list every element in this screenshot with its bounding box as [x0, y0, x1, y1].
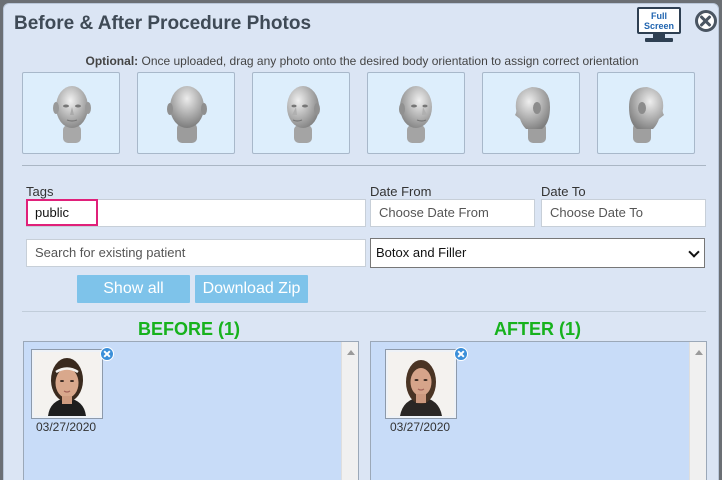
before-photo-date: 03/27/2020 — [36, 420, 97, 434]
patient-search-input[interactable]: Search for existing patient — [26, 239, 366, 267]
after-photo — [388, 352, 454, 416]
before-scrollbar[interactable] — [341, 342, 358, 480]
head-front-icon — [53, 86, 91, 143]
before-photo — [34, 352, 100, 416]
tags-label: Tags — [26, 184, 54, 199]
orientation-hint: Optional: Once uploaded, drag any photo … — [85, 54, 639, 68]
head-left-profile-icon — [515, 87, 550, 143]
scroll-up-icon[interactable] — [347, 350, 355, 355]
after-photo-date: 03/27/2020 — [390, 420, 451, 434]
chevron-down-icon — [688, 246, 700, 258]
orientation-front[interactable] — [22, 72, 120, 154]
before-photos-panel[interactable]: 03/27/2020 — [23, 341, 359, 480]
date-from-input[interactable]: Choose Date From — [370, 199, 535, 227]
head-three-quarter-right-icon — [399, 86, 432, 143]
after-photo-thumb[interactable] — [385, 347, 468, 419]
fullscreen-label: Full Screen — [643, 11, 675, 31]
procedure-photos-dialog: Before & After Procedure Photos Full Scr… — [3, 3, 719, 480]
procedure-selected-value: Botox and Filler — [376, 245, 467, 260]
date-to-label: Date To — [541, 184, 586, 199]
orientation-left-profile[interactable] — [482, 72, 580, 154]
after-scrollbar[interactable] — [689, 342, 706, 480]
tags-input[interactable]: public — [26, 199, 98, 226]
close-icon[interactable] — [695, 10, 717, 32]
head-right-profile-icon — [629, 87, 664, 143]
remove-after-photo-icon[interactable] — [454, 347, 468, 361]
orientation-back[interactable] — [137, 72, 235, 154]
head-three-quarter-left-icon — [287, 86, 320, 143]
before-title: BEFORE (1) — [137, 319, 240, 339]
orientation-front-left[interactable] — [252, 72, 350, 154]
download-zip-button[interactable]: Download Zip — [195, 275, 308, 303]
fullscreen-button[interactable]: Full Screen — [636, 7, 684, 43]
after-title: AFTER (1) — [494, 319, 581, 339]
dialog-title: Before & After Procedure Photos — [14, 13, 312, 34]
monitor-icon: Full Screen — [637, 7, 681, 34]
procedure-select[interactable]: Botox and Filler — [370, 238, 705, 268]
section-divider — [22, 165, 706, 166]
date-from-label: Date From — [370, 184, 432, 199]
remove-before-photo-icon[interactable] — [100, 347, 114, 361]
show-all-button[interactable]: Show all — [77, 275, 190, 303]
orientation-right-profile[interactable] — [597, 72, 695, 154]
monitor-base — [645, 38, 673, 42]
head-back-icon — [167, 86, 207, 143]
date-to-input[interactable]: Choose Date To — [541, 199, 706, 227]
after-photos-panel[interactable]: 03/27/2020 — [370, 341, 707, 480]
orientation-front-right[interactable] — [367, 72, 465, 154]
scroll-up-icon[interactable] — [695, 350, 703, 355]
gallery-divider — [22, 311, 706, 312]
before-photo-thumb[interactable] — [31, 347, 114, 419]
